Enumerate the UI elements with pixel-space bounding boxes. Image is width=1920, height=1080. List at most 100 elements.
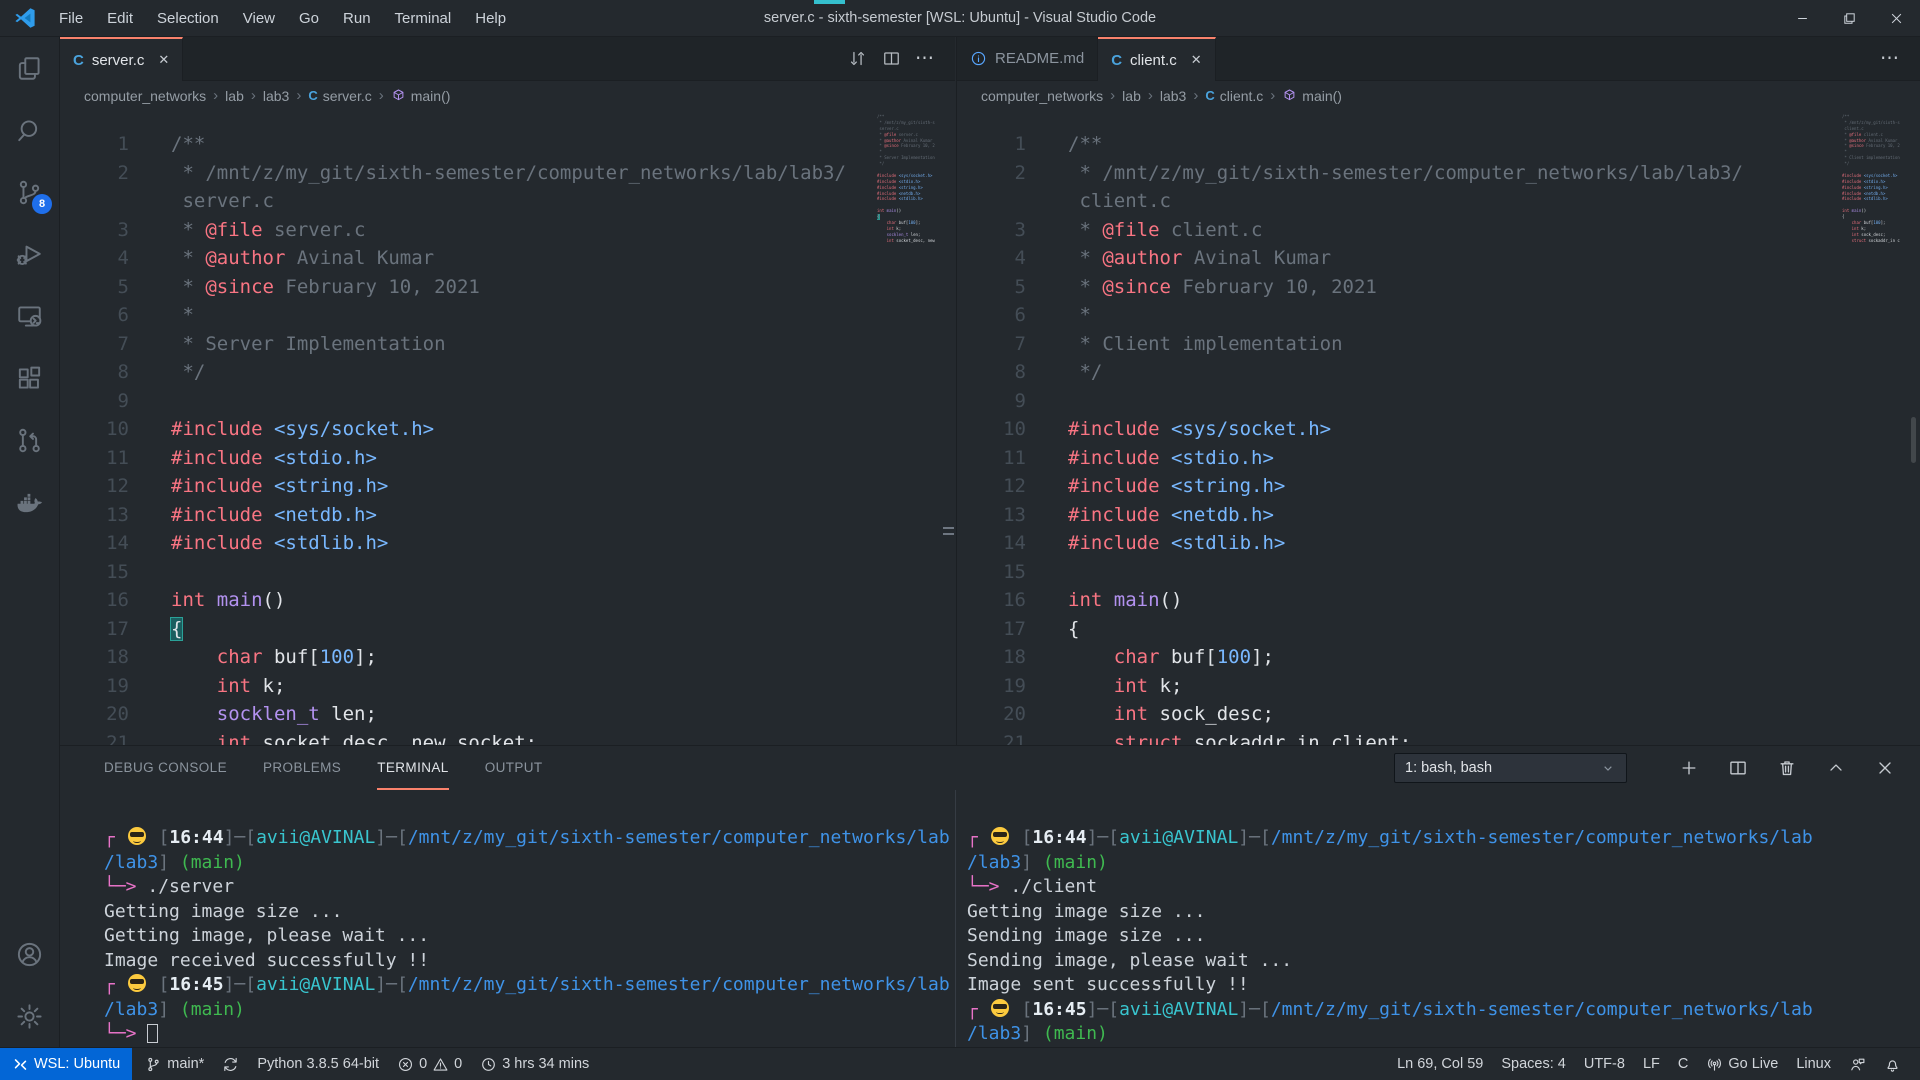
menu-help[interactable]: Help (463, 0, 518, 36)
line-number: 20 (957, 700, 1026, 729)
menu-view[interactable]: View (231, 0, 287, 36)
activitybar-item-extensions[interactable] (0, 347, 59, 409)
code-row: 1/** (957, 130, 1920, 159)
breadcrumb-symbol[interactable]: main() (1282, 88, 1342, 104)
activitybar-item-docker[interactable] (0, 471, 59, 533)
status-python-version[interactable]: Python 3.8.5 64-bit (248, 1048, 388, 1080)
activitybar-item-account[interactable] (0, 923, 59, 985)
tab-client.c[interactable]: Cclient.c✕ (1098, 37, 1215, 81)
activity-bar-bottom (0, 923, 59, 1047)
panel-tab-output[interactable]: OUTPUT (485, 746, 543, 790)
breadcrumb-file[interactable]: Cclient.c (1205, 88, 1263, 104)
panel-tab-problems[interactable]: PROBLEMS (263, 746, 341, 790)
terminal-line: └─> ./server (104, 875, 955, 900)
minimize-button[interactable] (1779, 0, 1826, 36)
terminal-selector-dropdown[interactable]: 1: bash, bash (1394, 753, 1627, 783)
line-number: 18 (60, 643, 129, 672)
status-bar-right: Ln 69, Col 59Spaces: 4UTF-8LFCGo LiveLin… (1388, 1048, 1920, 1080)
line-number: 1 (957, 130, 1026, 159)
code-editor[interactable]: 1/**2 * /mnt/z/my_git/sixth-semester/com… (957, 110, 1920, 745)
status-timer[interactable]: 3 hrs 34 mins (471, 1048, 598, 1080)
menu-edit[interactable]: Edit (95, 0, 145, 36)
panel-action-buttons (1651, 757, 1896, 779)
terminal-line: Image sent successfully !! (967, 973, 1920, 998)
status-go-live[interactable]: Go Live (1697, 1048, 1787, 1080)
add-button[interactable] (1678, 757, 1700, 779)
breadcrumb-folder[interactable]: lab3 (1160, 88, 1186, 104)
line-number: 11 (957, 444, 1026, 473)
status-cursor-position[interactable]: Ln 69, Col 59 (1388, 1048, 1492, 1080)
breadcrumb: computer_networks›lab›lab3›Cclient.c›mai… (957, 81, 1920, 110)
scrollbar-thumb[interactable] (1911, 417, 1916, 463)
status-language-mode[interactable]: C (1669, 1048, 1697, 1080)
activitybar-item-settings[interactable] (0, 985, 59, 1047)
code-text: int sock_desc; (1026, 700, 1274, 729)
code-row: 17{ (957, 615, 1920, 644)
terminal-line: ┌ [16:45]─[avii@AVINAL]─[/mnt/z/my_git/s… (104, 973, 955, 998)
activitybar-item-explorer[interactable] (0, 37, 59, 99)
tab-README.md[interactable]: README.md (957, 37, 1098, 80)
menu-file[interactable]: File (47, 0, 95, 36)
menu-terminal[interactable]: Terminal (383, 0, 464, 36)
code-row: 3 * @file server.c (60, 216, 955, 245)
status-os[interactable]: Linux (1787, 1048, 1840, 1080)
code-editor[interactable]: 1/**2 * /mnt/z/my_git/sixth-semester/com… (60, 110, 955, 745)
status-eol[interactable]: LF (1634, 1048, 1669, 1080)
activitybar-item-search[interactable] (0, 99, 59, 161)
split-editor-button[interactable] (879, 47, 903, 71)
breadcrumb-file[interactable]: Cserver.c (308, 88, 371, 104)
terminal-line: /lab3] (main) (104, 851, 955, 876)
panel-tab-debug-console[interactable]: DEBUG CONSOLE (104, 746, 227, 790)
breadcrumb-folder[interactable]: lab (225, 88, 244, 104)
activitybar-item-debug[interactable] (0, 223, 59, 285)
close-icon[interactable]: ✕ (158, 52, 169, 68)
code-lines: 1/**2 * /mnt/z/my_git/sixth-semester/com… (60, 110, 955, 745)
status-sync[interactable] (213, 1048, 248, 1080)
breadcrumb-symbol[interactable]: main() (391, 88, 451, 104)
status-problems[interactable]: 00 (388, 1048, 471, 1080)
scrollbar-handle[interactable] (943, 527, 954, 535)
activitybar-item-github-pr[interactable] (0, 409, 59, 471)
menu-run[interactable]: Run (331, 0, 383, 36)
menu-go[interactable]: Go (287, 0, 331, 36)
breadcrumb-folder[interactable]: computer_networks (981, 88, 1103, 104)
terminal-selector-label: 1: bash, bash (1405, 760, 1492, 776)
open-changes-button[interactable] (845, 47, 869, 71)
panel-tab-terminal[interactable]: TERMINAL (377, 746, 448, 790)
tab-server.c[interactable]: Cserver.c✕ (60, 37, 183, 81)
terminal-right[interactable]: ┌ [16:44]─[avii@AVINAL]─[/mnt/z/my_git/s… (955, 790, 1920, 1047)
more-actions-button[interactable]: ⋯ (1878, 47, 1902, 71)
line-number: 13 (957, 501, 1026, 530)
status-branch[interactable]: main* (136, 1048, 213, 1080)
activitybar-item-remote[interactable] (0, 285, 59, 347)
terminal-left[interactable]: ┌ [16:44]─[avii@AVINAL]─[/mnt/z/my_git/s… (60, 790, 955, 1047)
restore-icon (1842, 11, 1857, 26)
more-actions-button[interactable]: ⋯ (913, 47, 937, 71)
line-number: 5 (957, 273, 1026, 302)
chevron-right-icon: › (1110, 87, 1115, 104)
status-feedback[interactable] (1840, 1048, 1875, 1080)
breadcrumb-folder[interactable]: computer_networks (84, 88, 206, 104)
status-indentation[interactable]: Spaces: 4 (1492, 1048, 1575, 1080)
code-row: 9 (957, 387, 1920, 416)
breadcrumb-folder[interactable]: lab3 (263, 88, 289, 104)
line-number: 7 (60, 330, 129, 359)
close-panel-button[interactable] (1874, 757, 1896, 779)
breadcrumb-folder[interactable]: lab (1122, 88, 1141, 104)
restore-button[interactable] (1826, 0, 1873, 36)
line-number: 8 (60, 358, 129, 387)
code-text: * @author Avinal Kumar (1026, 244, 1331, 273)
activitybar-item-source-control[interactable]: 8 (0, 161, 59, 223)
line-number: 9 (957, 387, 1026, 416)
close-window-button[interactable] (1873, 0, 1920, 36)
status-remote[interactable]: WSL: Ubuntu (0, 1048, 132, 1080)
close-icon[interactable]: ✕ (1191, 52, 1202, 68)
menu-selection[interactable]: Selection (145, 0, 231, 36)
terminal-line: Image received successfully !! (104, 949, 955, 974)
line-number: 10 (60, 415, 129, 444)
kill-button[interactable] (1776, 757, 1798, 779)
status-encoding[interactable]: UTF-8 (1575, 1048, 1634, 1080)
maximize-panel-button[interactable] (1825, 757, 1847, 779)
split-panel-button[interactable] (1727, 757, 1749, 779)
status-notifications[interactable] (1875, 1048, 1910, 1080)
